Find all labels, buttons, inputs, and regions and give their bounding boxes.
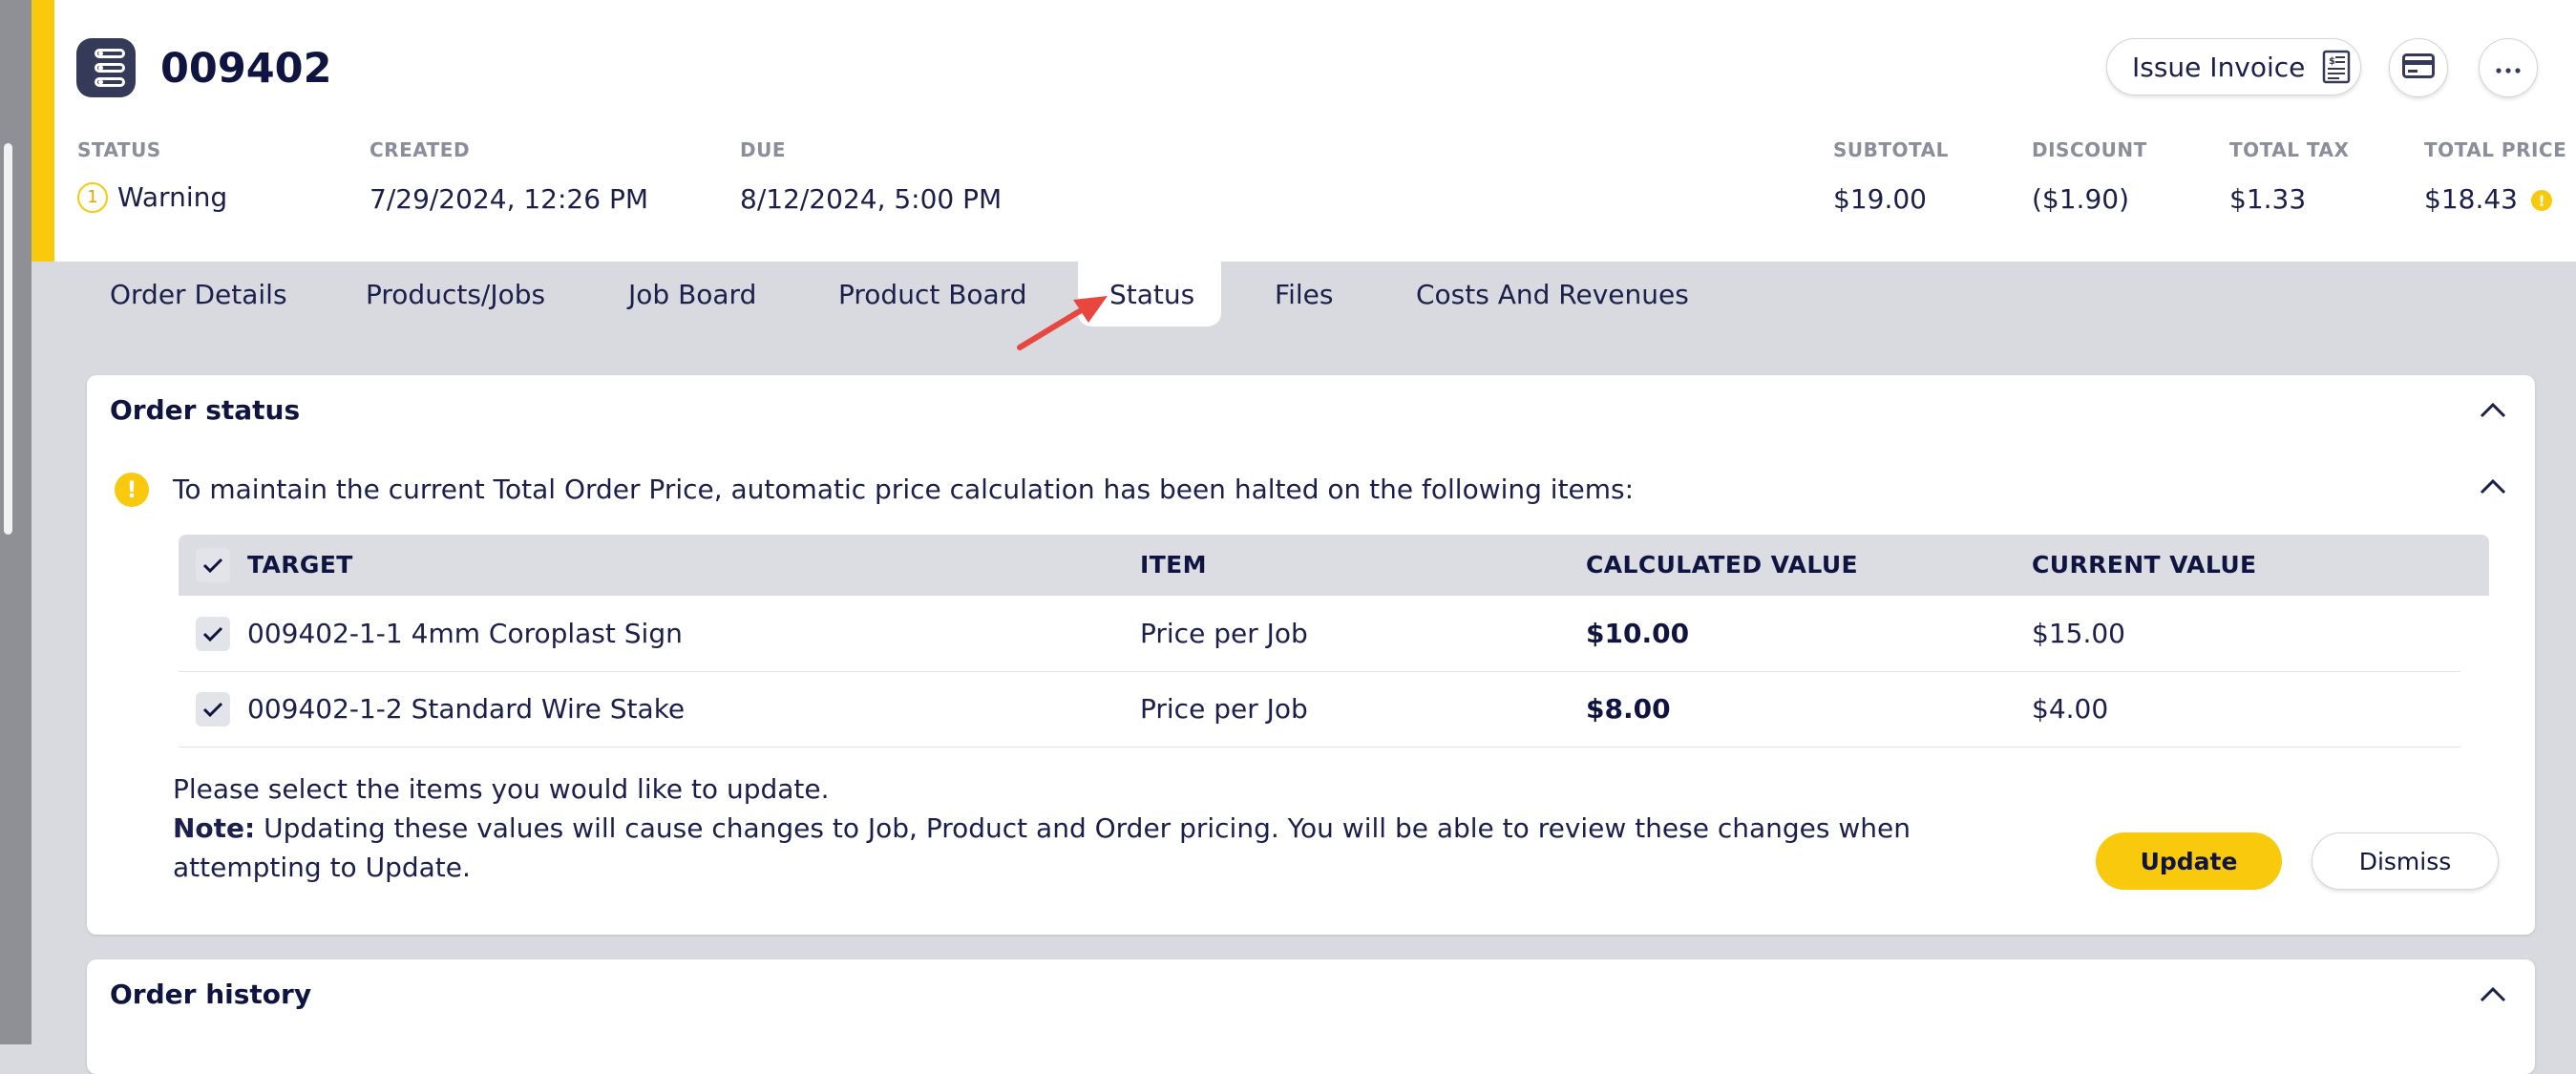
tab-costs-and-revenues[interactable]: Costs And Revenues — [1416, 262, 1689, 328]
update-button[interactable]: Update — [2096, 832, 2282, 890]
table-row: 009402-1-2 Standard Wire Stake Price per… — [179, 672, 2460, 748]
alert-message: To maintain the current Total Order Pric… — [173, 474, 1635, 505]
total-price-label: TOTAL PRICE — [2424, 138, 2567, 161]
annotation-arrow-icon — [1017, 296, 1108, 350]
total-price-value: $18.43! — [2424, 183, 2552, 215]
discount-label: DISCOUNT — [2032, 138, 2147, 161]
total-price-text: $18.43 — [2424, 183, 2518, 215]
column-header-calculated-value: CALCULATED VALUE — [1586, 551, 1859, 579]
row-calculated-value: $8.00 — [1586, 693, 1671, 725]
due-label: DUE — [740, 138, 787, 161]
order-icon — [76, 38, 136, 97]
subtotal-label: SUBTOTAL — [1833, 138, 1949, 161]
row-calculated-value: $10.00 — [1586, 618, 1690, 649]
tab-products-jobs[interactable]: Products/Jobs — [366, 262, 545, 328]
row-checkbox[interactable] — [196, 692, 230, 727]
table-row: 009402-1-1 4mm Coroplast Sign Price per … — [179, 597, 2460, 672]
checkmark-icon — [202, 558, 223, 574]
row-current-value: $4.00 — [2032, 693, 2109, 725]
svg-text:$: $ — [2329, 56, 2335, 67]
issue-invoice-label: Issue Invoice — [2132, 51, 2306, 83]
discount-value: ($1.90) — [2032, 183, 2130, 215]
tab-order-details[interactable]: Order Details — [110, 262, 287, 328]
invoice-icon: $ — [2322, 50, 2351, 84]
more-icon — [2496, 59, 2521, 77]
order-number: 009402 — [160, 45, 332, 93]
status-count-badge: 1 — [77, 181, 108, 213]
left-rail — [0, 0, 32, 1044]
row-target: 009402-1-2 Standard Wire Stake — [247, 693, 686, 725]
status-text: Warning — [117, 181, 228, 213]
credit-card-icon — [2402, 53, 2435, 82]
column-header-item: ITEM — [1140, 551, 1207, 579]
order-status-title: Order status — [110, 394, 301, 426]
items-table-header: TARGET ITEM CALCULATED VALUE CURRENT VAL… — [179, 535, 2489, 596]
order-history-card: Order history — [87, 959, 2535, 1074]
due-value: 8/12/2024, 5:00 PM — [740, 183, 1003, 215]
issue-invoice-button[interactable]: Issue Invoice $ — [2106, 38, 2361, 95]
select-all-checkbox[interactable] — [196, 548, 230, 582]
tab-job-board[interactable]: Job Board — [628, 262, 756, 328]
more-actions-button[interactable] — [2479, 38, 2538, 97]
chevron-up-icon[interactable] — [2479, 986, 2507, 1003]
payment-button[interactable] — [2389, 38, 2448, 97]
row-current-value: $15.00 — [2032, 618, 2125, 649]
dismiss-button[interactable]: Dismiss — [2312, 832, 2499, 890]
row-checkbox[interactable] — [196, 617, 230, 651]
total-tax-value: $1.33 — [2229, 183, 2307, 215]
note-text: Note: Updating these values will cause c… — [173, 809, 1987, 887]
row-item: Price per Job — [1140, 693, 1308, 725]
checkmark-icon — [202, 626, 223, 642]
subtotal-value: $19.00 — [1833, 183, 1927, 215]
row-target: 009402-1-1 4mm Coroplast Sign — [247, 618, 683, 649]
alert-collapse-chevron-icon[interactable] — [2479, 478, 2507, 495]
column-header-current-value: CURRENT VALUE — [2032, 551, 2257, 579]
tab-files[interactable]: Files — [1275, 262, 1333, 328]
created-label: CREATED — [370, 138, 471, 161]
note-label: Note: — [173, 812, 256, 844]
created-value: 7/29/2024, 12:26 PM — [370, 183, 649, 215]
order-history-title: Order history — [110, 979, 312, 1010]
scrollbar-thumb[interactable] — [4, 143, 12, 535]
price-warning-icon[interactable]: ! — [2530, 190, 2552, 211]
tab-status[interactable]: Status — [1109, 262, 1194, 328]
note-body: Updating these values will cause changes… — [173, 812, 1911, 883]
row-item: Price per Job — [1140, 618, 1308, 649]
column-header-target: TARGET — [247, 551, 353, 579]
status-label: STATUS — [77, 138, 161, 161]
tab-product-board[interactable]: Product Board — [838, 262, 1027, 328]
instruction-text: Please select the items you would like t… — [173, 773, 830, 805]
warning-icon: ! — [115, 473, 149, 507]
checkmark-icon — [202, 702, 223, 718]
chevron-up-icon[interactable] — [2479, 402, 2507, 419]
status-value: 1 Warning — [77, 181, 227, 213]
total-tax-label: TOTAL TAX — [2229, 138, 2350, 161]
warning-stripe — [32, 0, 54, 262]
update-instructions: Please select the items you would like t… — [173, 769, 1987, 887]
